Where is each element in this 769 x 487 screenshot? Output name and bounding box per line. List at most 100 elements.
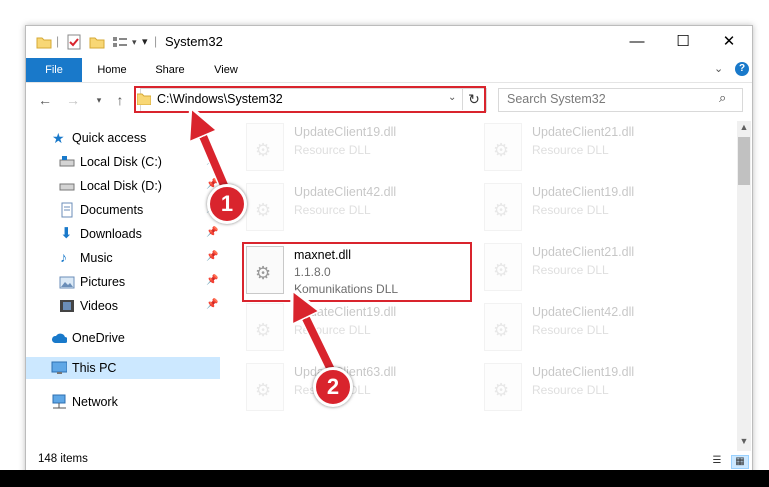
dll-file-icon (246, 123, 284, 171)
chevron-down-icon[interactable]: ⌄ (714, 62, 723, 75)
nav-label: Pictures (80, 275, 126, 289)
scrollbar-thumb[interactable] (738, 137, 750, 185)
new-folder-icon[interactable] (89, 34, 105, 50)
dll-file-icon (246, 183, 284, 231)
drive-icon (59, 183, 75, 191)
file-name: UpdateClient19.dll (294, 125, 397, 139)
up-arrow-icon[interactable]: ↑ (111, 90, 129, 110)
pin-icon[interactable]: 📌 (206, 299, 218, 310)
download-arrow-icon: ⬇ (60, 225, 73, 242)
details-view-icon[interactable]: ☰ (709, 455, 725, 467)
nav-music[interactable]: ♪ Music 📌 (26, 247, 220, 269)
item-count: 148 items (38, 453, 88, 465)
file-name: UpdateClient19.dll (532, 365, 635, 379)
nav-label: Local Disk (C:) (80, 155, 162, 169)
bottom-strip (0, 470, 769, 487)
nav-label: Network (72, 395, 118, 409)
file-item[interactable]: UpdateClient19.dll Resource DLL (484, 363, 714, 415)
file-highlight-box (242, 242, 472, 302)
computer-icon (51, 361, 67, 374)
file-item[interactable]: UpdateClient19.dll Resource DLL (484, 183, 714, 235)
forward-arrow-icon[interactable]: → (64, 90, 82, 110)
dll-file-icon (484, 363, 522, 411)
nav-quick-access[interactable]: ★ Quick access (26, 127, 220, 149)
nav-this-pc[interactable]: This PC (26, 357, 220, 379)
dropdown-caret-icon[interactable]: ▾ (132, 37, 137, 53)
pin-icon[interactable]: 📌 (206, 275, 218, 286)
file-name: UpdateClient19.dll (294, 305, 397, 319)
customize-icon[interactable] (112, 34, 130, 50)
file-item[interactable]: UpdateClient21.dll Resource DLL (484, 123, 714, 175)
network-icon (52, 394, 66, 409)
nav-label: Videos (80, 299, 118, 313)
nav-documents[interactable]: Documents 📌 (26, 199, 220, 221)
nav-pictures[interactable]: Pictures 📌 (26, 271, 220, 293)
nav-downloads[interactable]: ⬇ Downloads 📌 (26, 223, 220, 245)
separator: | (56, 34, 60, 48)
pin-icon[interactable]: 📌 (206, 251, 218, 262)
nav-network[interactable]: Network (26, 391, 220, 413)
file-name: UpdateClient19.dll (532, 185, 635, 199)
file-item[interactable]: UpdateClient19.dll Resource DLL (246, 123, 476, 175)
back-arrow-icon[interactable]: ← (36, 90, 54, 110)
file-name: UpdateClient21.dll (532, 245, 635, 259)
qa-dropdown-icon[interactable]: ▾ (142, 35, 148, 51)
file-item[interactable]: UpdateClient42.dll Resource DLL (246, 183, 476, 235)
dll-file-icon (484, 183, 522, 231)
nav-label: This PC (72, 361, 117, 375)
nav-label: Music (80, 251, 113, 265)
file-name: UpdateClient21.dll (532, 125, 635, 139)
file-description: Resource DLL (532, 143, 609, 157)
drive-icon (59, 156, 75, 167)
search-icon[interactable]: ⌕ (719, 90, 726, 106)
film-icon (60, 300, 74, 312)
nav-label: Documents (80, 203, 144, 217)
tab-file[interactable]: File (26, 58, 82, 82)
file-item[interactable]: UpdateClient21.dll Resource DLL (484, 243, 714, 295)
nav-label: Local Disk (D:) (80, 179, 162, 193)
step-1-badge: 1 (207, 184, 247, 224)
pin-icon[interactable]: 📌 (206, 227, 218, 238)
nav-videos[interactable]: Videos 📌 (26, 295, 220, 317)
star-icon: ★ (52, 130, 65, 146)
scroll-up-icon[interactable]: ▲ (737, 122, 751, 132)
tab-share[interactable]: Share (146, 58, 194, 82)
tab-home[interactable]: Home (88, 58, 136, 82)
address-highlight-box (134, 86, 486, 113)
search-placeholder: Search System32 (507, 92, 606, 106)
recent-locations-icon[interactable]: ▾ (90, 90, 108, 110)
dll-file-icon (484, 123, 522, 171)
file-name: UpdateClient42.dll (294, 185, 397, 199)
scroll-down-icon[interactable]: ▼ (737, 436, 751, 446)
music-note-icon: ♪ (60, 249, 67, 265)
dll-file-icon (246, 363, 284, 411)
maximize-button[interactable]: ☐ (660, 26, 706, 58)
file-item[interactable]: UpdateClient63.dll Resource DLL (246, 363, 476, 415)
minimize-button[interactable]: — (614, 26, 660, 58)
window-title: System32 (165, 34, 223, 49)
nav-onedrive[interactable]: OneDrive (26, 327, 220, 349)
navigation-pane: ★ Quick access Local Disk (C:) 📌 Local D… (26, 123, 220, 448)
nav-label: OneDrive (72, 331, 125, 345)
nav-local-disk-c[interactable]: Local Disk (C:) 📌 (26, 151, 220, 173)
file-name: UpdateClient42.dll (532, 305, 635, 319)
large-icons-view-icon[interactable]: ▦ (731, 455, 749, 469)
file-description: Resource DLL (532, 203, 609, 217)
nav-local-disk-d[interactable]: Local Disk (D:) 📌 (26, 175, 220, 197)
tab-view[interactable]: View (202, 58, 250, 82)
pin-icon[interactable]: 📌 (206, 155, 218, 166)
dll-file-icon (484, 243, 522, 291)
file-description: Resource DLL (532, 263, 609, 277)
file-item[interactable]: UpdateClient42.dll Resource DLL (484, 303, 714, 355)
separator: | (154, 34, 158, 48)
file-item[interactable]: UpdateClient19.dll Resource DLL (246, 303, 476, 355)
file-description: Resource DLL (294, 143, 371, 157)
close-button[interactable]: ✕ (706, 26, 752, 58)
documents-icon (61, 202, 73, 218)
title-bar: | ▾ ▾ | System32 — ☐ ✕ (26, 26, 752, 58)
file-description: Resource DLL (532, 383, 609, 397)
file-description: Resource DLL (532, 323, 609, 337)
help-icon[interactable]: ? (735, 62, 749, 76)
cloud-icon (52, 333, 67, 343)
properties-icon[interactable] (66, 34, 82, 50)
